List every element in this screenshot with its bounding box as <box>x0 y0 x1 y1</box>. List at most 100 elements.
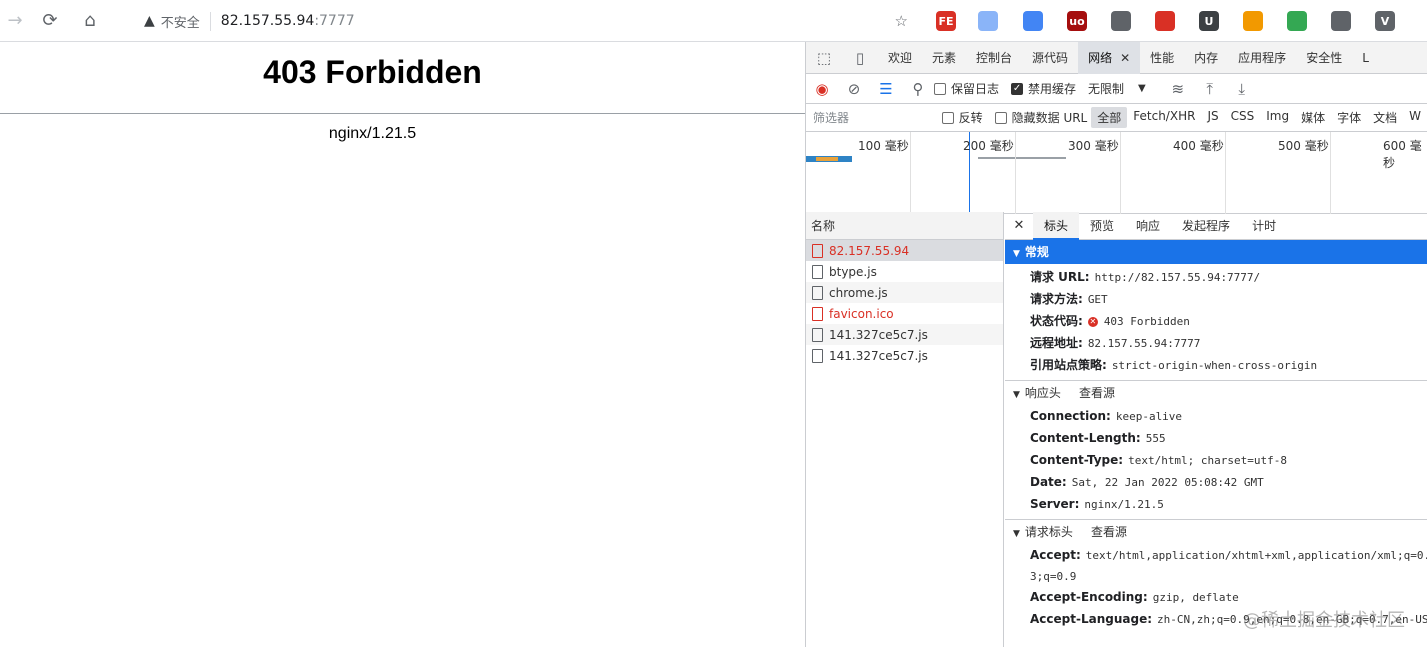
view-source-link[interactable]: 查看源 <box>1091 525 1127 539</box>
throttle-select[interactable]: 无限制 <box>1088 80 1124 97</box>
header-key: Date: <box>1030 475 1067 489</box>
filter-type-button[interactable]: 文档 <box>1367 107 1403 128</box>
reload-icon[interactable]: ⟳ <box>30 0 70 42</box>
devtools-tab[interactable]: 内存 <box>1184 42 1228 74</box>
chevron-down-icon[interactable]: ▼ <box>1138 83 1146 94</box>
request-row[interactable]: 82.157.55.94 <box>806 240 1003 261</box>
close-icon[interactable]: ✕ <box>1005 218 1033 233</box>
red-circle-extension-icon[interactable] <box>1155 11 1175 31</box>
fe-helper-icon[interactable]: FE <box>936 11 956 31</box>
shield-extension-icon[interactable] <box>1023 11 1043 31</box>
ublock-icon[interactable]: uo <box>1067 11 1087 31</box>
filter-type-button[interactable]: 媒体 <box>1295 107 1331 128</box>
request-row[interactable]: btype.js <box>806 261 1003 282</box>
header-key: Accept: <box>1030 548 1081 562</box>
devtools-tab[interactable]: 网络 ✕ <box>1078 42 1141 74</box>
network-split: 名称 82.157.55.94 btype.js chrome.js favicon.… <box>806 211 1427 647</box>
home-icon[interactable]: ⌂ <box>70 0 110 42</box>
network-conditions-icon[interactable]: ≋ <box>1162 80 1194 98</box>
invert-checkbox[interactable]: 反转 <box>941 109 983 126</box>
devtools-tabbar: ⬚ ▯ 欢迎 元素 控制台 源代码 网络 ✕ 性能 内存 应用程序 安全性 L <box>806 42 1427 74</box>
response-headers-section-header[interactable]: ▼ 响应头 查看源 <box>1005 381 1427 405</box>
name-column-header[interactable]: 名称 <box>806 212 1003 240</box>
filter-input[interactable]: 筛选器 <box>806 109 942 126</box>
clear-icon[interactable]: ⊘ <box>838 80 870 98</box>
grid-extension-icon[interactable] <box>1287 11 1307 31</box>
record-icon[interactable]: ◉ <box>806 80 838 98</box>
preserve-log-checkbox[interactable]: 保留日志 <box>934 80 999 97</box>
header-key: Connection: <box>1030 409 1111 423</box>
disable-cache-checkbox[interactable]: ✓ 禁用缓存 <box>1011 80 1076 97</box>
filter-type-button[interactable]: Fetch/XHR <box>1127 107 1201 128</box>
timeline-gridline <box>1120 132 1121 214</box>
import-har-icon[interactable]: ⤒ <box>1194 80 1226 98</box>
detail-tab[interactable]: 预览 <box>1079 212 1125 240</box>
header-value: 555 <box>1145 432 1166 445</box>
request-row[interactable]: chrome.js <box>806 282 1003 303</box>
filter-type-button[interactable]: 字体 <box>1331 107 1367 128</box>
request-headers-title: 请求标头 <box>1024 525 1073 539</box>
filter-row: 筛选器 反转 隐藏数据 URL 全部 Fetch/XHR JS CSS Img 媒体 字体文… <box>806 104 1427 132</box>
header-value: 3;q=0.9 <box>1030 570 1077 583</box>
request-name: 141.327ce5c7.js <box>829 348 928 363</box>
devtools-tab[interactable]: 源代码 <box>1022 42 1078 74</box>
url-port: :7777 <box>314 13 355 29</box>
tab-extension-icon[interactable] <box>1331 11 1351 31</box>
page-title: 403 Forbidden <box>263 54 482 90</box>
inspect-element-icon[interactable]: ⬚ <box>806 49 842 67</box>
header-key: 请求 URL: <box>1030 270 1090 284</box>
request-row[interactable]: 141.327ce5c7.js <box>806 345 1003 366</box>
pinwheel-extension-icon[interactable] <box>1243 11 1263 31</box>
close-icon[interactable]: ✕ <box>1120 51 1130 65</box>
devtools-tab[interactable]: 安全性 <box>1296 42 1352 74</box>
header-value: text/html; charset=utf-8 <box>1128 454 1288 467</box>
v-extension-icon[interactable]: V <box>1375 11 1395 31</box>
detail-tab[interactable]: 计时 <box>1241 212 1287 240</box>
header-value: http://82.157.55.94:7777/ <box>1094 271 1261 284</box>
request-headers-section-header[interactable]: ▼ 请求标头 查看源 <box>1005 520 1427 544</box>
network-overview[interactable]: 100 毫秒 200 毫秒 300 毫秒 400 毫秒 500 毫秒 600 毫秒 <box>806 132 1427 214</box>
devtools-tab[interactable]: 控制台 <box>966 42 1022 74</box>
general-row: 引用站点策略: strict-origin-when-cross-origin <box>1005 354 1427 376</box>
detail-tab[interactable]: 响应 <box>1125 212 1171 240</box>
address-bar[interactable]: ▲ 不安全 82.157.55.94:7777 ☆ <box>132 6 920 36</box>
detail-tab[interactable]: 标头 <box>1033 211 1080 240</box>
devtools-tab[interactable]: L <box>1352 42 1379 74</box>
checkbox-box <box>934 82 946 95</box>
devtools-tab[interactable]: 性能 <box>1140 42 1184 74</box>
hide-data-url-checkbox[interactable]: 隐藏数据 URL <box>994 109 1088 126</box>
header-value: Sat, 22 Jan 2022 05:08:42 GMT <box>1071 476 1264 489</box>
request-row[interactable]: favicon.ico <box>806 303 1003 324</box>
devtools-tab[interactable]: 欢迎 <box>878 42 922 74</box>
back-arrow-icon[interactable]: → <box>0 0 30 42</box>
request-row[interactable]: 141.327ce5c7.js <box>806 324 1003 345</box>
filter-type-button[interactable]: 全部 <box>1091 107 1128 128</box>
filter-icon[interactable]: ☰ <box>870 80 902 98</box>
device-toolbar-icon[interactable]: ▯ <box>842 49 878 67</box>
insecure-label[interactable]: 不安全 <box>161 11 211 31</box>
devtools-tab[interactable]: 元素 <box>922 42 966 74</box>
devtools-tab[interactable]: 应用程序 <box>1228 42 1296 74</box>
export-har-icon[interactable]: ⤓ <box>1226 80 1258 98</box>
filter-type-button[interactable]: CSS <box>1225 107 1261 128</box>
filter-type-button[interactable]: JS <box>1201 107 1224 128</box>
u-extension-icon[interactable]: U <box>1199 11 1219 31</box>
hide-data-url-label: 隐藏数据 URL <box>1011 111 1088 125</box>
header-value: 82.157.55.94:7777 <box>1087 337 1201 350</box>
filter-type-button[interactable]: W <box>1403 107 1427 128</box>
triangle-down-icon: ▼ <box>1013 390 1020 400</box>
circle-extension-icon[interactable] <box>978 11 998 31</box>
view-source-link[interactable]: 查看源 <box>1079 386 1115 400</box>
add-favorite-icon[interactable]: ☆ <box>895 12 908 30</box>
timeline-gridline <box>1015 132 1016 214</box>
detail-tab[interactable]: 发起程序 <box>1171 212 1241 240</box>
header-row: Accept-Encoding: gzip, deflate <box>1005 586 1427 608</box>
header-key: Content-Type: <box>1030 453 1124 467</box>
timeline-gridline <box>1225 132 1226 214</box>
header-key: 引用站点策略: <box>1030 358 1107 372</box>
filter-type-button[interactable]: Img <box>1260 107 1295 128</box>
general-section-header[interactable]: ▼ 常规 <box>1005 240 1427 264</box>
file-icon <box>812 264 823 279</box>
copy-extension-icon[interactable] <box>1111 11 1131 31</box>
search-icon[interactable]: ⚲ <box>902 80 934 98</box>
